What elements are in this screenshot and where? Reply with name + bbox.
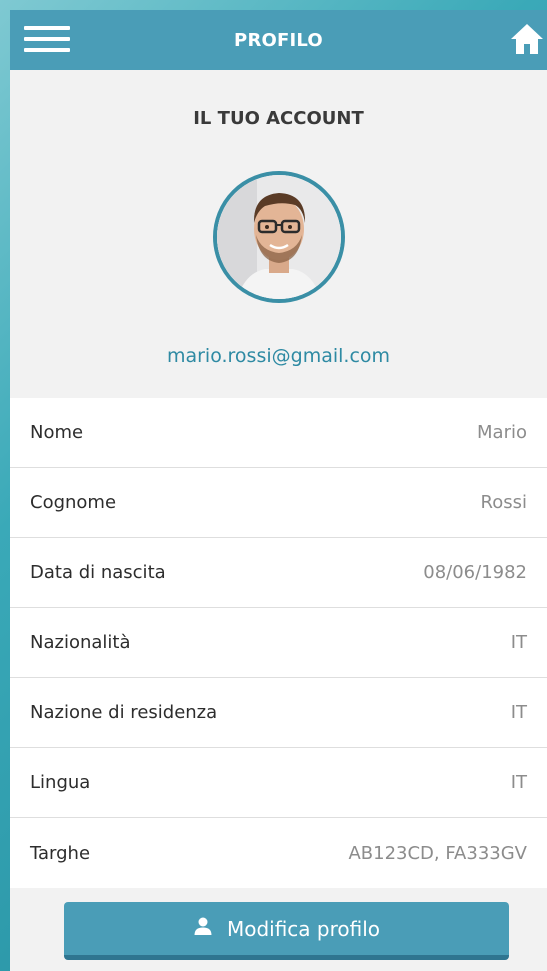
user-icon bbox=[193, 916, 213, 941]
detail-value: 08/06/1982 bbox=[423, 562, 527, 583]
profile-screen: PROFILO IL TUO ACCOUNT mario.rossi@gmail… bbox=[10, 10, 547, 971]
hamburger-menu-icon[interactable] bbox=[24, 26, 70, 52]
detail-value: Mario bbox=[477, 422, 527, 443]
detail-label: Targhe bbox=[30, 842, 91, 864]
profile-details-list: Nome Mario Cognome Rossi Data di nascita… bbox=[10, 398, 547, 888]
detail-value: Rossi bbox=[480, 492, 527, 513]
detail-row-nazionalita: Nazionalità IT bbox=[10, 608, 547, 678]
detail-value: AB123CD, FA333GV bbox=[348, 842, 527, 864]
detail-label: Nome bbox=[30, 422, 84, 443]
edit-profile-label: Modifica profilo bbox=[226, 916, 381, 941]
detail-value: IT bbox=[510, 632, 527, 653]
detail-row-cognome: Cognome Rossi bbox=[10, 468, 547, 538]
edit-profile-button[interactable]: Modifica profilo bbox=[64, 902, 509, 960]
detail-label: Nazionalità bbox=[30, 632, 131, 653]
detail-row-lingua: Lingua IT bbox=[10, 748, 547, 818]
user-email[interactable]: mario.rossi@gmail.com bbox=[10, 345, 547, 367]
detail-label: Lingua bbox=[30, 772, 91, 793]
avatar bbox=[212, 171, 345, 303]
account-title: IL TUO ACCOUNT bbox=[193, 108, 364, 129]
detail-row-data-di-nascita: Data di nascita 08/06/1982 bbox=[10, 538, 547, 608]
top-bar: PROFILO bbox=[10, 10, 547, 70]
detail-row-targhe: Targhe AB123CD, FA333GV bbox=[10, 818, 547, 888]
account-section: IL TUO ACCOUNT mario.rossi@gmail.com bbox=[10, 70, 547, 398]
detail-label: Nazione di residenza bbox=[30, 702, 218, 723]
home-icon[interactable] bbox=[509, 22, 545, 56]
footer: Modifica profilo bbox=[10, 888, 547, 971]
detail-label: Data di nascita bbox=[30, 562, 166, 583]
detail-row-nome: Nome Mario bbox=[10, 398, 547, 468]
detail-value: IT bbox=[510, 702, 527, 723]
detail-value: IT bbox=[510, 772, 527, 793]
detail-row-nazione-di-residenza: Nazione di residenza IT bbox=[10, 678, 547, 748]
detail-label: Cognome bbox=[30, 492, 117, 513]
page-title: PROFILO bbox=[234, 29, 323, 51]
